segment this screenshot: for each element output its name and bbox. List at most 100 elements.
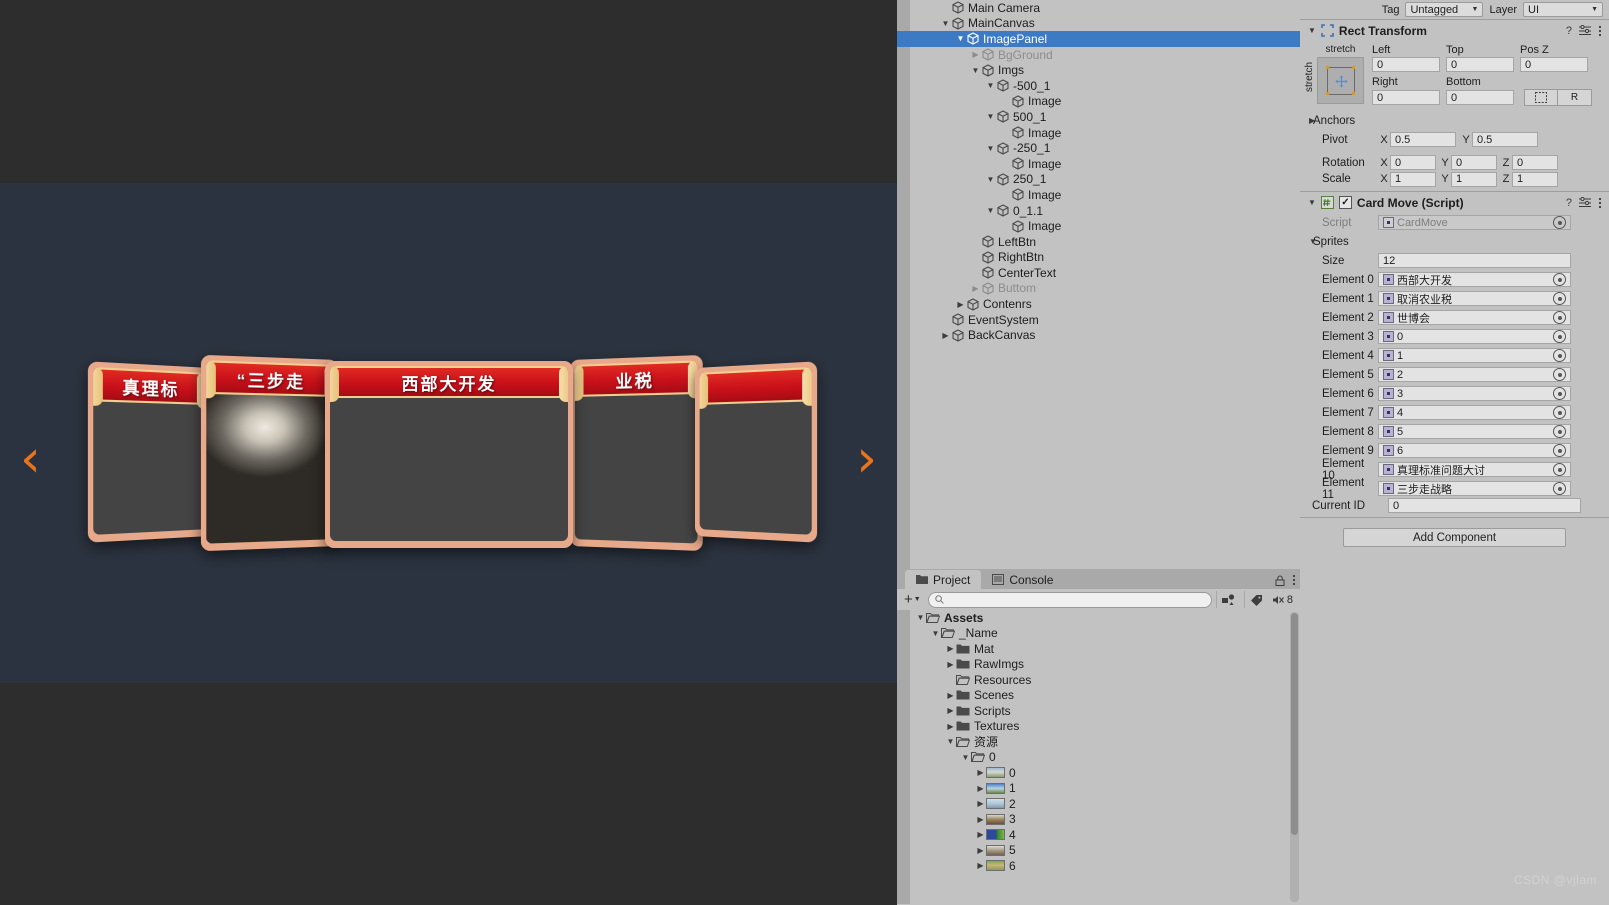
chevron-down-icon[interactable]: ▼ [1308,26,1316,35]
project-item-xx[interactable]: ▼ 资源 [897,734,1300,750]
blueprint-mode-button[interactable] [1524,89,1558,106]
create-asset-button[interactable]: + ▼ [901,592,924,607]
left-field[interactable]: 0 [1372,57,1440,72]
sprite-element-field[interactable]: 三步走战略 [1378,481,1571,496]
carousel-card[interactable]: 真理标 [88,361,210,542]
hierarchy-tree[interactable]: Main Camera ▼ MainCanvas ▼ ImagePanel ▶ BgG… [897,0,1300,343]
object-picker-icon[interactable] [1553,463,1566,476]
carousel-prev-button[interactable]: ‹ [20,433,41,485]
object-picker-icon[interactable] [1553,368,1566,381]
chevron-right-icon[interactable]: ▶ [975,799,986,808]
hierarchy-item-centertext[interactable]: CenterText [897,265,1300,281]
asset-filter-button[interactable] [1216,591,1240,608]
chevron-right-icon[interactable]: ▶ [975,861,986,870]
chevron-right-icon[interactable]: ▶ [975,768,986,777]
help-icon[interactable]: ? [1566,197,1572,209]
chevron-right-icon[interactable]: ▶ [945,660,956,669]
chevron-right-icon[interactable]: ▶ [975,815,986,824]
chevron-down-icon[interactable]: ▼ [955,34,966,43]
sprite-element-field[interactable]: 2 [1378,367,1571,382]
hierarchy-item-imagepanel[interactable]: ▼ ImagePanel [897,31,1300,47]
project-item-resources[interactable]: Resources [897,672,1300,688]
chevron-down-icon[interactable]: ▼ [985,112,996,121]
object-picker-icon[interactable] [1553,311,1566,324]
project-item-_name[interactable]: ▼ _Name [897,626,1300,642]
chevron-down-icon[interactable]: ▼ [915,613,926,622]
game-view-render[interactable]: 真理标 “三步走 业税 西部大开发 ‹ › [0,183,897,683]
chevron-down-icon[interactable]: ▼ [970,66,981,75]
project-item-1[interactable]: ▶ 1 [897,781,1300,797]
chevron-down-icon[interactable]: ▼ [985,206,996,215]
project-item-rawimgs[interactable]: ▶ RawImgs [897,657,1300,673]
kebab-menu-icon[interactable] [1598,197,1602,209]
chevron-right-icon[interactable]: ▶ [945,644,956,653]
chevron-down-icon[interactable]: ▼ [1308,198,1316,207]
kebab-menu-icon[interactable] [1598,25,1602,37]
project-item-3[interactable]: ▶ 3 [897,812,1300,828]
sprite-element-field[interactable]: 1 [1378,348,1571,363]
hierarchy-item-rightbtn[interactable]: RightBtn [897,250,1300,266]
chevron-down-icon[interactable]: ▼ [940,19,951,28]
chevron-right-icon[interactable]: ▶ [970,284,981,293]
rotation-z-field[interactable]: 0 [1512,155,1558,170]
label-filter-button[interactable] [1244,591,1268,608]
chevron-right-icon[interactable]: ▶ [975,830,986,839]
current-id-field[interactable]: 0 [1388,498,1581,513]
sprite-element-field[interactable]: 世博会 [1378,310,1571,325]
carousel-card-active[interactable]: 西部大开发 [325,361,573,548]
tab-project[interactable]: Project [905,570,981,589]
object-picker-icon[interactable] [1553,273,1566,286]
top-field[interactable]: 0 [1446,57,1514,72]
chevron-right-icon[interactable]: ▶ [945,706,956,715]
rect-transform-header[interactable]: ▼ Rect Transform ? [1300,20,1609,41]
layer-dropdown[interactable]: UI ▼ [1523,2,1603,17]
sprite-element-field[interactable]: 4 [1378,405,1571,420]
hierarchy-item-maincamera[interactable]: Main Camera [897,0,1300,16]
project-item-textures[interactable]: ▶ Textures [897,719,1300,735]
project-item-4[interactable]: ▶ 4 [897,827,1300,843]
hierarchy-item-image[interactable]: Image [897,125,1300,141]
hierarchy-item-maincanvas[interactable]: ▼ MainCanvas [897,16,1300,32]
sprite-element-field[interactable]: 真理标准问题大讨 [1378,462,1571,477]
hierarchy-item--250_1[interactable]: ▼ -250_1 [897,140,1300,156]
help-icon[interactable]: ? [1566,25,1572,37]
project-item-scenes[interactable]: ▶ Scenes [897,688,1300,704]
chevron-right-icon[interactable]: ▶ [970,50,981,59]
hierarchy-item-image[interactable]: Image [897,156,1300,172]
size-field[interactable]: 12 [1378,253,1571,268]
project-asset-tree[interactable]: ▼ Assets ▼ _Name ▶ Mat ▶ RawImgs Resources ▶ Scene… [897,610,1300,904]
hierarchy-panel[interactable]: Main Camera ▼ MainCanvas ▼ ImagePanel ▶ BgG… [897,0,1300,569]
object-picker-icon[interactable] [1553,425,1566,438]
object-picker-icon[interactable] [1553,330,1566,343]
sprite-element-field[interactable]: 取消农业税 [1378,291,1571,306]
anchor-preset-button[interactable] [1317,57,1364,104]
component-enabled-checkbox[interactable]: ✓ [1339,196,1352,209]
tag-dropdown[interactable]: Untagged ▼ [1405,2,1483,17]
project-item-mat[interactable]: ▶ Mat [897,641,1300,657]
project-item-0[interactable]: ▼ 0 [897,750,1300,766]
tab-console[interactable]: Console [981,570,1064,589]
hierarchy-item-500_1[interactable]: ▼ 500_1 [897,109,1300,125]
kebab-menu-icon[interactable] [1292,574,1296,586]
project-item-6[interactable]: ▶ 6 [897,858,1300,874]
lock-icon[interactable] [1275,575,1285,586]
preset-icon[interactable] [1579,197,1591,208]
chevron-right-icon[interactable]: ▶ [975,846,986,855]
hierarchy-item-image[interactable]: Image [897,187,1300,203]
preset-icon[interactable] [1579,25,1591,36]
object-picker-icon[interactable] [1553,349,1566,362]
sprite-element-field[interactable]: 5 [1378,424,1571,439]
hierarchy-item-buttom[interactable]: ▶ Buttom [897,281,1300,297]
chevron-right-icon[interactable]: ▶ [940,331,951,340]
chevron-right-icon[interactable]: ▶ [975,784,986,793]
scale-z-field[interactable]: 1 [1512,172,1558,187]
hierarchy-item-imgs[interactable]: ▼ Imgs [897,62,1300,78]
scale-x-field[interactable]: 1 [1390,172,1436,187]
inspector-panel[interactable]: Tag Untagged ▼ Layer UI ▼ ▼ Rect Transfo… [1300,0,1609,905]
chevron-right-icon[interactable]: ▶ [955,300,966,309]
sprite-element-field[interactable]: 西部大开发 [1378,272,1571,287]
chevron-down-icon[interactable]: ▼ [960,753,971,762]
sprite-element-field[interactable]: 0 [1378,329,1571,344]
chevron-down-icon[interactable]: ▼ [985,81,996,90]
project-panel[interactable]: Project Console + ▼ 8 ▼ Assets ▼ _Name ▶… [897,569,1300,905]
